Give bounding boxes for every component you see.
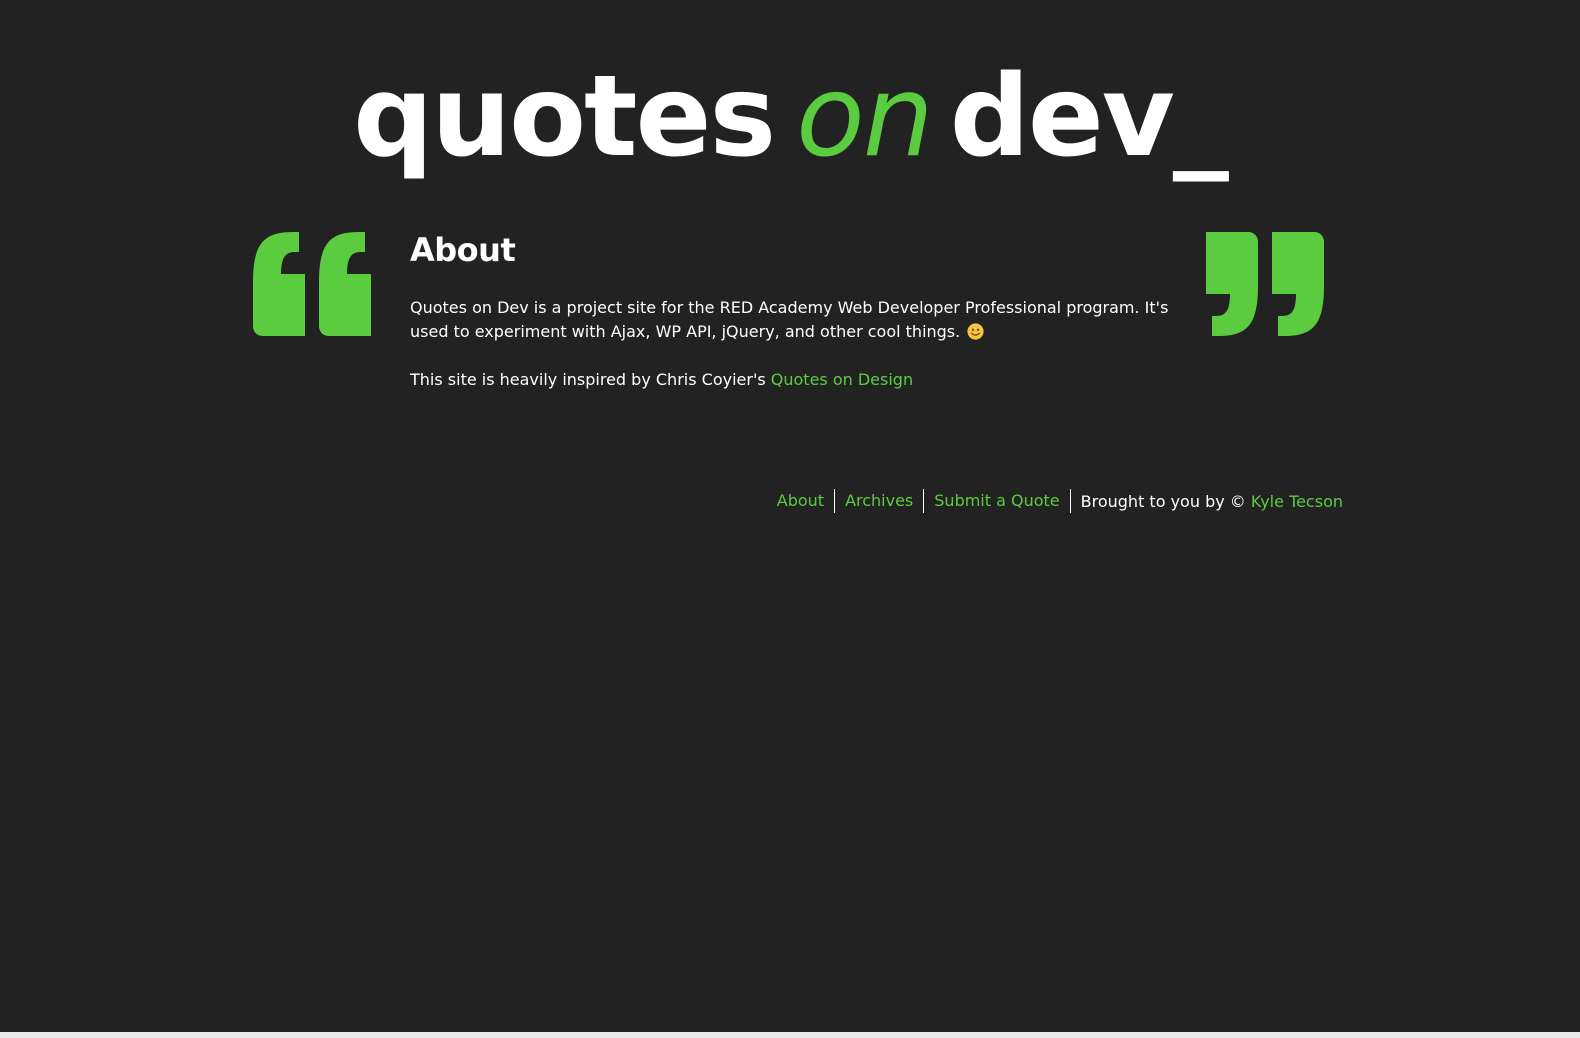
site-footer: About Archives Submit a Quote Brought to…: [777, 488, 1343, 514]
about-paragraph-1: Quotes on Dev is a project site for the …: [410, 296, 1170, 344]
footer-nav: About Archives Submit a Quote: [777, 489, 1071, 513]
about-paragraph-2-text: This site is heavily inspired by Chris C…: [410, 370, 771, 389]
footer-nav-submit-quote[interactable]: Submit a Quote: [924, 489, 1071, 513]
site-title-on: on: [796, 52, 934, 182]
about-paragraph-2: This site is heavily inspired by Chris C…: [410, 368, 1170, 392]
footer-credit-text: Brought to you by ©: [1080, 491, 1251, 511]
page-title: About: [410, 231, 516, 269]
footer-nav-archives[interactable]: Archives: [835, 489, 925, 513]
quotes-on-design-link[interactable]: Quotes on Design: [771, 370, 913, 389]
left-double-quote-icon: [253, 232, 371, 336]
site-title-quotes: quotes: [353, 52, 776, 182]
site-title-dev: dev_: [949, 52, 1229, 182]
site-title[interactable]: quotes on dev_: [0, 52, 1580, 182]
bottom-edge: [0, 1032, 1580, 1038]
author-link[interactable]: Kyle Tecson: [1251, 492, 1343, 511]
footer-nav-about[interactable]: About: [777, 489, 836, 513]
smiley-face-icon: [967, 323, 984, 340]
about-content: About Quotes on Dev is a project site fo…: [410, 228, 1170, 389]
about-paragraph-1-text: Quotes on Dev is a project site for the …: [410, 298, 1169, 341]
footer-credit: Brought to you by © Kyle Tecson: [1071, 492, 1343, 511]
right-double-quote-icon: [1206, 232, 1324, 336]
